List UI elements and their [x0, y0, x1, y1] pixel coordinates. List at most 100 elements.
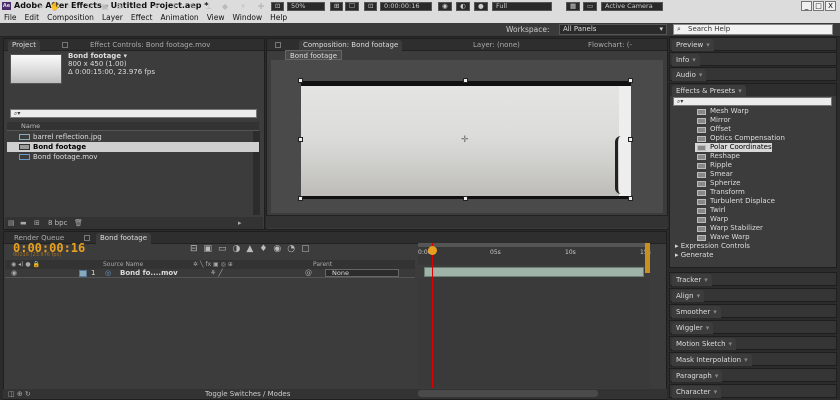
tab-mask-interpolation[interactable]: Mask Interpolation ▾: [672, 354, 752, 366]
menu-file[interactable]: File: [0, 12, 21, 23]
timeline-switch-icons[interactable]: ⊟▣▭◑▲♦◉◔▢: [190, 244, 316, 254]
transform-handle[interactable]: [628, 137, 633, 142]
tab-motion-sketch[interactable]: Motion Sketch ▾: [672, 338, 737, 350]
project-search-input[interactable]: ⌕▾: [10, 109, 257, 118]
effect-item[interactable]: Mirror: [695, 116, 731, 125]
magnification-select[interactable]: 50%: [287, 2, 325, 11]
tab-tracker[interactable]: Tracker ▾: [672, 274, 712, 286]
effect-item[interactable]: Optics Compensation: [695, 134, 785, 143]
workspace-select[interactable]: All Panels ▾: [559, 24, 667, 35]
transform-handle[interactable]: [298, 78, 303, 83]
effect-item[interactable]: Warp: [695, 215, 728, 224]
layer-name[interactable]: Bond fo....mov: [120, 269, 178, 278]
transform-handle[interactable]: [628, 78, 633, 83]
color-depth-label[interactable]: 8 bpc: [48, 219, 67, 227]
zoom-tool-icon[interactable]: ⌕: [64, 2, 74, 12]
effect-category[interactable]: ▸ Generate: [675, 251, 713, 260]
camera-tool-icon[interactable]: ▣: [100, 2, 110, 12]
video-visibility-icon[interactable]: ◉: [11, 269, 17, 278]
expand-panes-icon[interactable]: ◫ ⊕ ↻: [8, 390, 31, 398]
search-help-input[interactable]: ⌕ Search Help: [673, 24, 833, 35]
transform-handle[interactable]: [628, 196, 633, 201]
project-item[interactable]: barrel reflection.jpg: [7, 132, 259, 142]
type-tool-icon[interactable]: T: [170, 2, 180, 12]
effect-item[interactable]: Warp Stabilizer: [695, 224, 763, 233]
timeline-layer-row[interactable]: ◉ 1 ◎ Bond fo....mov ⚘ ╱ @ None: [5, 269, 415, 278]
tab-paragraph[interactable]: Paragraph ▾: [672, 370, 723, 382]
tab-timeline-composition[interactable]: Bond footage: [96, 233, 152, 244]
new-folder-icon[interactable]: ▬: [20, 219, 27, 227]
transform-handle[interactable]: [298, 196, 303, 201]
eraser-tool-icon[interactable]: ◆: [220, 2, 230, 12]
tab-preview[interactable]: Preview ▾: [672, 39, 714, 51]
tab-character[interactable]: Character ▾: [672, 386, 722, 398]
effect-item[interactable]: Turbulent Displace: [695, 197, 775, 206]
roto-brush-tool-icon[interactable]: ⚡: [238, 2, 248, 12]
interpret-footage-icon[interactable]: ▤: [8, 219, 15, 227]
view-select[interactable]: Active Camera: [601, 2, 663, 11]
comp-breadcrumb-button[interactable]: Bond footage: [285, 50, 343, 60]
menu-composition[interactable]: Composition: [43, 12, 98, 23]
resolution-select[interactable]: Full: [492, 2, 552, 11]
tab-project[interactable]: Project: [8, 40, 40, 51]
tab-audio[interactable]: Audio ▾: [672, 69, 707, 81]
effect-item[interactable]: Offset: [695, 125, 731, 134]
timeline-track-area[interactable]: [418, 278, 650, 388]
color-channels-icon[interactable]: ●: [474, 2, 488, 11]
source-name-header[interactable]: Source Name: [103, 260, 143, 269]
transform-handle[interactable]: [463, 196, 468, 201]
menu-layer[interactable]: Layer: [98, 12, 127, 23]
arrow-tool-icon[interactable]: ➤: [36, 2, 46, 12]
project-item[interactable]: Bond footage.mov: [7, 152, 259, 162]
show-channel-icon[interactable]: ◐: [456, 2, 470, 11]
timeline-zoom-slider[interactable]: [418, 390, 598, 397]
footage-name[interactable]: Bond footage ▾: [68, 52, 155, 60]
effect-item[interactable]: Spherize: [695, 179, 740, 188]
pick-whip-icon[interactable]: @: [305, 269, 312, 278]
mask-visibility-icon[interactable]: ☐: [345, 2, 359, 11]
puppet-pin-tool-icon[interactable]: ✚: [256, 2, 266, 12]
scroll-right-icon[interactable]: ▸: [238, 219, 242, 227]
pen-tool-icon[interactable]: ✒: [152, 2, 162, 12]
tab-wiggler[interactable]: Wiggler ▾: [672, 322, 714, 334]
lock-icon[interactable]: [275, 42, 281, 48]
effect-item[interactable]: Transform: [695, 188, 745, 197]
work-area-bar[interactable]: [418, 243, 650, 247]
effect-item[interactable]: Mesh Warp: [695, 107, 749, 116]
layer-duration-bar[interactable]: [424, 267, 644, 277]
transform-handle[interactable]: [463, 78, 468, 83]
tab-layer[interactable]: Layer: (none): [469, 40, 524, 51]
safe-zones-icon[interactable]: ⊞: [330, 2, 344, 11]
pan-behind-tool-icon[interactable]: ⊕: [114, 2, 124, 12]
tab-effects-presets[interactable]: Effects & Presets ▾: [672, 85, 746, 97]
maximize-button[interactable]: □: [813, 1, 824, 11]
minimize-button[interactable]: _: [801, 1, 812, 11]
tab-align[interactable]: Align ▾: [672, 290, 705, 302]
parent-header[interactable]: Parent: [313, 260, 332, 269]
hand-tool-icon[interactable]: ✋: [50, 2, 60, 12]
anchor-point-icon[interactable]: ✛: [461, 135, 469, 145]
current-time-display[interactable]: 0:00:00:16: [380, 2, 432, 11]
menu-window[interactable]: Window: [229, 12, 267, 23]
menu-effect[interactable]: Effect: [127, 12, 157, 23]
new-composition-icon[interactable]: ⊞: [34, 219, 40, 227]
toggle-switches-modes-button[interactable]: Toggle Switches / Modes: [205, 389, 290, 399]
trash-icon[interactable]: 🗑: [74, 219, 83, 227]
effects-search-input[interactable]: ⌕▾: [673, 97, 832, 106]
panel-menu-icon[interactable]: [62, 42, 68, 48]
rectangle-tool-icon[interactable]: ▭: [134, 2, 144, 12]
effect-item[interactable]: Twirl: [695, 206, 726, 215]
effect-item[interactable]: Polar Coordinates: [695, 143, 772, 152]
tab-info[interactable]: Info ▾: [672, 54, 700, 66]
effect-item[interactable]: Ripple: [695, 161, 732, 170]
snapshot-icon[interactable]: ◉: [438, 2, 452, 11]
region-of-interest-icon[interactable]: ⊡: [364, 2, 378, 11]
menu-edit[interactable]: Edit: [21, 12, 44, 23]
playhead-handle[interactable]: [428, 246, 437, 255]
menu-help[interactable]: Help: [266, 12, 291, 23]
effect-item[interactable]: Smear: [695, 170, 733, 179]
work-area-end-handle[interactable]: [645, 243, 650, 273]
effect-category[interactable]: ▸ Expression Controls: [675, 242, 750, 251]
brush-tool-icon[interactable]: ✎: [188, 2, 198, 12]
project-item[interactable]: Bond footage: [7, 142, 259, 152]
